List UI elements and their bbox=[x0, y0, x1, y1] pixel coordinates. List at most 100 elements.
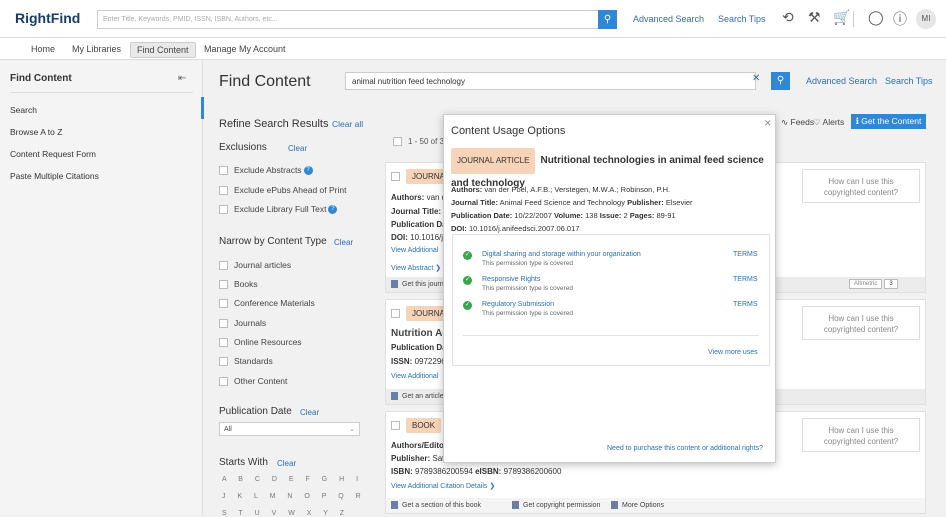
content-search-input[interactable]: animal nutrition feed technology bbox=[345, 72, 756, 90]
content-type-badge: JOURNAL ARTICLE bbox=[451, 148, 536, 174]
starts-with-title: Starts With bbox=[219, 457, 268, 468]
field-value: 89-91 bbox=[656, 211, 676, 220]
alerts-link[interactable]: ♡ Alerts bbox=[813, 117, 844, 128]
view-citation-details-link[interactable]: View Additional Citation Details ❯ bbox=[391, 482, 495, 490]
checkbox-box[interactable] bbox=[219, 205, 228, 215]
content-type-clear[interactable]: Clear bbox=[334, 238, 353, 247]
nav-my-libraries[interactable]: My Libraries bbox=[66, 42, 127, 56]
type-journals-checkbox[interactable]: Journals bbox=[219, 318, 266, 329]
checkbox-box[interactable] bbox=[219, 166, 228, 176]
global-search-input[interactable]: Enter Title, Keywords, PMID, ISSN, ISBN,… bbox=[97, 10, 599, 29]
checkbox-box[interactable] bbox=[391, 309, 400, 319]
starts-with-clear[interactable]: Clear bbox=[277, 459, 296, 468]
checkbox-box[interactable] bbox=[219, 357, 228, 367]
get-article-link[interactable]: Get an article bbox=[391, 392, 444, 400]
check-icon: ✓ bbox=[463, 301, 472, 310]
terms-link[interactable]: TERMS bbox=[733, 251, 758, 258]
permission-name[interactable]: Responsive Rights bbox=[482, 276, 540, 283]
sidebar-item-paste-citations[interactable]: Paste Multiple Citations bbox=[10, 171, 99, 181]
type-conference-checkbox[interactable]: Conference Materials bbox=[219, 298, 315, 309]
letters-row-2[interactable]: J K L M N O P Q R bbox=[222, 493, 366, 500]
exclusions-clear[interactable]: Clear bbox=[288, 144, 307, 153]
help-icon[interactable]: ? bbox=[328, 205, 338, 215]
checkbox-box[interactable] bbox=[219, 319, 228, 329]
view-additional-link[interactable]: View Additional bbox=[391, 373, 438, 380]
type-other-checkbox[interactable]: Other Content bbox=[219, 376, 287, 387]
get-permission-link[interactable]: Get copyright permission bbox=[512, 501, 600, 509]
help-icon[interactable]: ? bbox=[303, 166, 313, 176]
modal-pubinfo: Publication Date: 10/22/2007 Volume: 138… bbox=[451, 211, 676, 220]
get-section-link[interactable]: Get a section of this book bbox=[391, 501, 481, 509]
copyright-help-box[interactable]: How can I use this copyrighted content? bbox=[802, 418, 920, 452]
checkbox-box[interactable] bbox=[219, 299, 228, 309]
checkbox-box[interactable] bbox=[391, 421, 400, 431]
tools-icon[interactable]: ⚒ bbox=[808, 9, 821, 26]
result-checkbox[interactable] bbox=[391, 420, 406, 431]
sidebar-item-browse[interactable]: Browse A to Z bbox=[10, 127, 62, 137]
permission-name[interactable]: Regulatory Submission bbox=[482, 301, 554, 308]
chevron-right-icon: ❯ bbox=[435, 265, 442, 272]
letters-row-1[interactable]: A B C D E F G H I bbox=[222, 476, 363, 483]
field-label: Publication Da bbox=[391, 220, 447, 229]
more-options-link[interactable]: More Options bbox=[611, 501, 664, 509]
sidebar-item-search[interactable]: Search bbox=[10, 105, 37, 115]
sidebar-item-request-form[interactable]: Content Request Form bbox=[10, 149, 96, 159]
user-avatar[interactable]: MI bbox=[916, 9, 936, 29]
type-online-resources-checkbox[interactable]: Online Resources bbox=[219, 337, 302, 348]
view-additional-link[interactable]: View Additional bbox=[391, 247, 438, 254]
search-tips-link[interactable]: Search Tips bbox=[718, 14, 766, 24]
nav-find-content[interactable]: Find Content bbox=[130, 42, 196, 58]
result-checkbox[interactable] bbox=[391, 308, 406, 319]
collapse-sidebar-icon[interactable]: ⇤ bbox=[178, 73, 186, 84]
cart-icon[interactable]: 🛒 bbox=[833, 9, 850, 26]
app-logo[interactable]: RightFind bbox=[15, 10, 80, 26]
copyright-help-box[interactable]: How can I use this copyrighted content? bbox=[802, 169, 920, 203]
checkbox-box[interactable] bbox=[219, 261, 228, 271]
field-label: Publication Date: bbox=[451, 211, 513, 220]
nav-manage-account[interactable]: Manage My Account bbox=[198, 42, 292, 56]
exclude-fulltext-checkbox[interactable]: Exclude Library Full Text? bbox=[219, 204, 338, 215]
main-search-tips-link[interactable]: Search Tips bbox=[885, 76, 933, 86]
feeds-link[interactable]: ∿ Feeds bbox=[781, 117, 814, 128]
checkbox-box[interactable] bbox=[219, 338, 228, 348]
copyright-help-box[interactable]: How can I use this copyrighted content? bbox=[802, 306, 920, 340]
pub-date-select[interactable]: All ⌄ bbox=[219, 422, 360, 436]
result-checkbox[interactable] bbox=[391, 171, 406, 182]
pub-date-clear[interactable]: Clear bbox=[300, 408, 319, 417]
global-search-button[interactable]: ⚲ bbox=[598, 10, 617, 29]
main-advanced-search-link[interactable]: Advanced Search bbox=[806, 76, 877, 86]
exclude-epubs-checkbox[interactable]: Exclude ePubs Ahead of Print bbox=[219, 185, 346, 196]
view-abstract-link[interactable]: View Abstract ❯ bbox=[391, 264, 441, 272]
purchase-rights-link[interactable]: Need to purchase this content or additio… bbox=[607, 445, 763, 452]
advanced-search-link[interactable]: Advanced Search bbox=[633, 14, 704, 24]
get-content-label: Get the Content bbox=[861, 116, 922, 126]
close-icon[interactable]: ✕ bbox=[764, 118, 772, 129]
content-search-button[interactable]: ⚲ bbox=[771, 72, 790, 90]
checkbox-box[interactable] bbox=[219, 186, 228, 196]
type-journal-articles-checkbox[interactable]: Journal articles bbox=[219, 260, 291, 271]
terms-link[interactable]: TERMS bbox=[733, 276, 758, 283]
nav-home[interactable]: Home bbox=[25, 42, 61, 56]
permission-name[interactable]: Digital sharing and storage within your … bbox=[482, 251, 641, 258]
clear-search-icon[interactable]: ✕ bbox=[752, 73, 760, 84]
help-icon[interactable]: ⓘ bbox=[893, 9, 907, 29]
get-content-button[interactable]: ℹ Get the Content bbox=[851, 114, 926, 129]
chevron-right-icon: ❯ bbox=[489, 483, 496, 490]
card-title[interactable]: Nutrition As bbox=[391, 328, 448, 339]
history-icon[interactable]: ⟲ bbox=[782, 9, 794, 26]
checkbox-box[interactable] bbox=[219, 280, 228, 290]
letters-row-3[interactable]: S T U V W X Y Z bbox=[222, 510, 349, 517]
view-more-uses-link[interactable]: View more uses bbox=[708, 349, 758, 356]
refine-clear-all[interactable]: Clear all bbox=[332, 119, 363, 129]
checkbox-box[interactable] bbox=[391, 172, 400, 182]
checkbox-box[interactable] bbox=[219, 377, 228, 387]
terms-link[interactable]: TERMS bbox=[733, 301, 758, 308]
type-books-checkbox[interactable]: Books bbox=[219, 279, 258, 290]
chat-icon[interactable]: ◯ bbox=[868, 9, 884, 26]
exclude-abstracts-checkbox[interactable]: Exclude Abstracts? bbox=[219, 165, 313, 176]
type-standards-checkbox[interactable]: Standards bbox=[219, 356, 273, 367]
select-all-checkbox[interactable] bbox=[393, 137, 402, 147]
get-journal-link[interactable]: Get this journ bbox=[391, 280, 444, 288]
field-label: Journal Title: bbox=[391, 207, 442, 216]
altmetric-badge[interactable]: Altmetric 3 bbox=[849, 279, 919, 290]
